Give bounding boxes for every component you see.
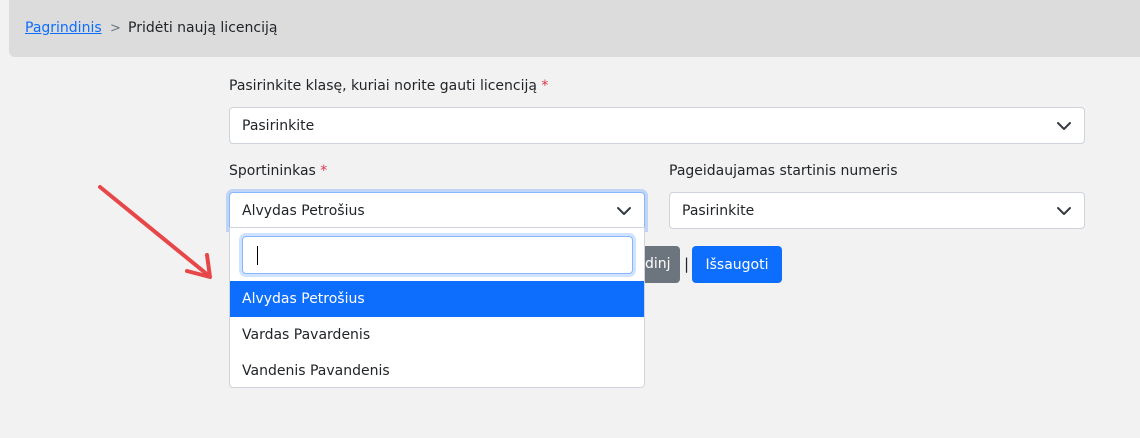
start-number-select-value: Pasirinkite (682, 202, 755, 219)
dropdown-option[interactable]: Vardas Pavardenis (230, 317, 644, 353)
annotation-arrow-icon (98, 185, 212, 279)
dropdown-search-input[interactable] (242, 236, 633, 274)
required-mark: * (541, 78, 549, 94)
breadcrumb-separator: > (110, 21, 121, 36)
dropdown-option[interactable]: Vandenis Pavandenis (230, 353, 644, 389)
chevron-down-icon (1057, 207, 1071, 215)
button-divider: | (684, 255, 690, 273)
text-caret (257, 246, 258, 265)
athlete-dropdown: Alvydas Petrošius Vardas Pavardenis Vand… (229, 227, 645, 388)
class-field-label: Pasirinkite klasę, kuriai norite gauti l… (229, 78, 548, 94)
breadcrumb-home-link[interactable]: Pagrindinis (25, 20, 102, 36)
athlete-label-text: Sportininkas (229, 163, 316, 179)
start-number-select[interactable]: Pasirinkite (669, 192, 1085, 229)
class-label-text: Pasirinkite klasę, kuriai norite gauti l… (229, 78, 537, 94)
save-button[interactable]: Išsaugoti (692, 246, 782, 283)
class-select-value: Pasirinkite (242, 117, 315, 134)
athlete-select-value: Alvydas Petrošius (242, 202, 365, 219)
start-number-field-label: Pageidaujamas startinis numeris (669, 163, 898, 179)
athlete-select[interactable]: Alvydas Petrošius (229, 192, 645, 229)
secondary-button[interactable]: dinj (640, 246, 680, 283)
breadcrumb-current: Pridėti naują licenciją (128, 20, 278, 36)
breadcrumb: Pagrindinis > Pridėti naują licenciją (9, 0, 1140, 57)
class-select[interactable]: Pasirinkite (229, 107, 1085, 144)
athlete-field-label: Sportininkas * (229, 163, 327, 179)
chevron-down-icon (617, 207, 631, 215)
required-mark: * (320, 163, 328, 179)
chevron-down-icon (1057, 122, 1071, 130)
dropdown-option[interactable]: Alvydas Petrošius (230, 281, 644, 317)
